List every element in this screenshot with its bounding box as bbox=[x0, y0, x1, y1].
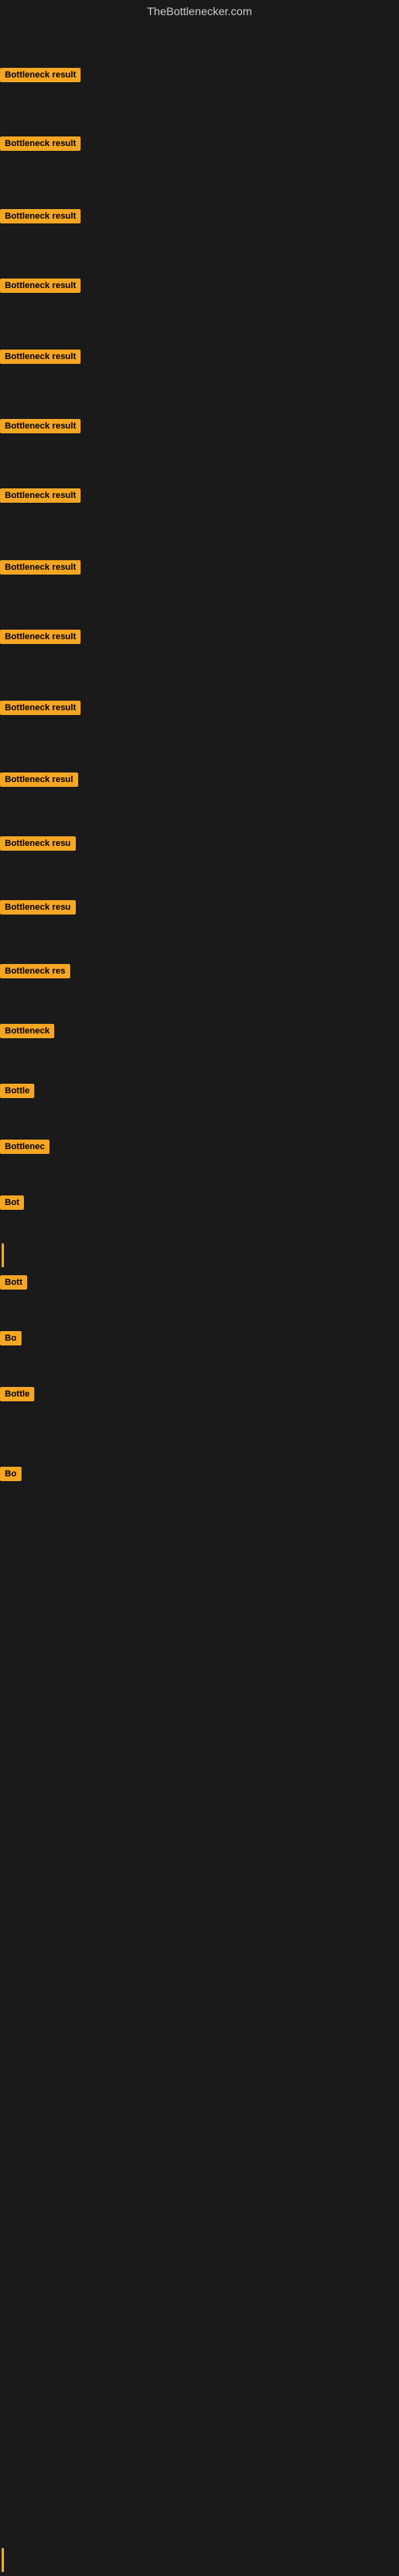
vertical-line-1 bbox=[2, 1243, 4, 1267]
bottleneck-badge-6[interactable]: Bottleneck result bbox=[0, 419, 81, 437]
bottleneck-badge-16[interactable]: Bottle bbox=[0, 1084, 34, 1102]
vertical-line-2 bbox=[2, 2548, 4, 2572]
bottleneck-badge-21[interactable]: Bottle bbox=[0, 1387, 34, 1405]
bottleneck-badge-18[interactable]: Bot bbox=[0, 1195, 24, 1214]
bottleneck-badge-9[interactable]: Bottleneck result bbox=[0, 630, 81, 648]
bottleneck-badge-5[interactable]: Bottleneck result bbox=[0, 350, 81, 368]
badges-container: Bottleneck result Bottleneck result Bottle… bbox=[0, 22, 399, 2576]
bottleneck-badge-1[interactable]: Bottleneck result bbox=[0, 68, 81, 86]
bottleneck-badge-4[interactable]: Bottleneck result bbox=[0, 279, 81, 297]
site-title-bar: TheBottlenecker.com bbox=[0, 0, 399, 22]
bottleneck-badge-17[interactable]: Bottlenec bbox=[0, 1140, 49, 1158]
bottleneck-badge-3[interactable]: Bottleneck result bbox=[0, 209, 81, 227]
bottleneck-badge-8[interactable]: Bottleneck result bbox=[0, 560, 81, 579]
bottleneck-badge-10[interactable]: Bottleneck result bbox=[0, 701, 81, 719]
bottleneck-badge-13[interactable]: Bottleneck resu bbox=[0, 900, 76, 919]
bottleneck-badge-large[interactable]: Bo bbox=[0, 1467, 22, 1485]
bottleneck-badge-12[interactable]: Bottleneck resu bbox=[0, 836, 76, 855]
bottleneck-badge-15[interactable]: Bottleneck bbox=[0, 1024, 54, 1042]
bottleneck-badge-2[interactable]: Bottleneck result bbox=[0, 136, 81, 155]
bottleneck-badge-11[interactable]: Bottleneck resul bbox=[0, 772, 78, 791]
bottleneck-badge-19[interactable]: Bott bbox=[0, 1275, 27, 1294]
bottleneck-badge-14[interactable]: Bottleneck res bbox=[0, 964, 70, 982]
bottleneck-badge-20[interactable]: Bo bbox=[0, 1331, 22, 1349]
site-title: TheBottlenecker.com bbox=[0, 0, 399, 22]
bottleneck-badge-7[interactable]: Bottleneck result bbox=[0, 488, 81, 507]
